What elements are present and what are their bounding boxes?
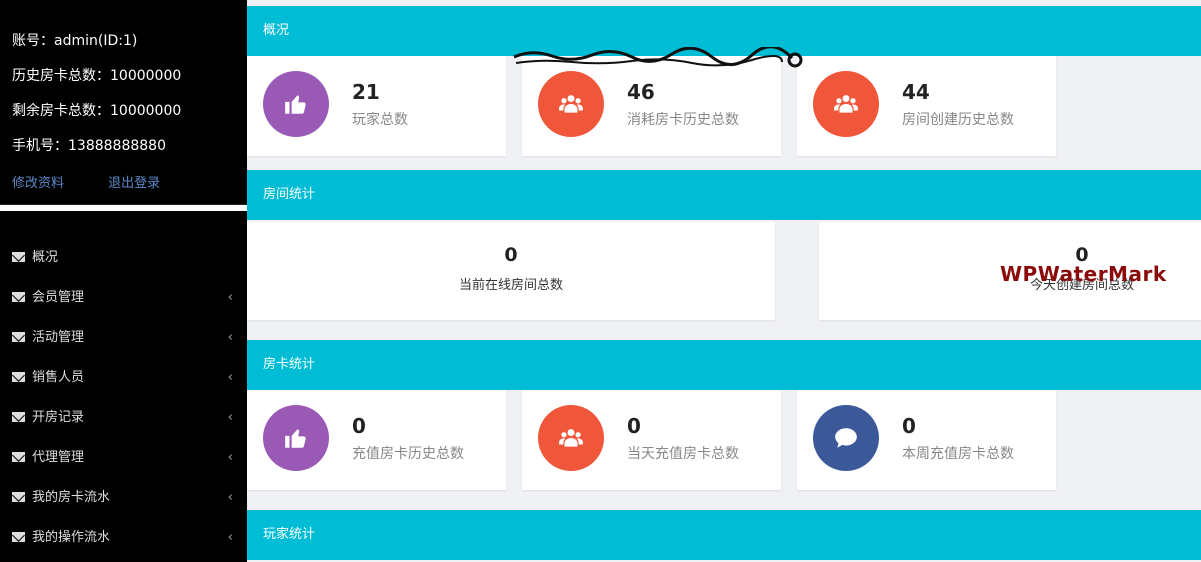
history-cards-info: 历史房卡总数：10000000: [12, 68, 182, 84]
chevron-left-icon: ‹: [227, 330, 233, 345]
envelope-icon: [12, 252, 25, 262]
sidebar-item-sales[interactable]: 销售人员 ‹: [0, 358, 247, 398]
stat-label: 本周充值房卡总数: [902, 446, 1014, 462]
stat-label: 当天充值房卡总数: [627, 446, 739, 462]
stat-card-recharge-week: 0 本周充值房卡总数: [797, 390, 1056, 490]
chevron-left-icon: ‹: [227, 370, 233, 385]
chevron-left-icon: ‹: [227, 410, 233, 425]
chevron-left-icon: ‹: [227, 450, 233, 465]
user-panel: 账号：admin(ID:1) 历史房卡总数：10000000 剩余房卡总数：10…: [0, 0, 247, 205]
stat-value: 0: [352, 414, 366, 438]
stat-value: 21: [352, 80, 380, 104]
stat-card-recharge-history: 0 充值房卡历史总数: [247, 390, 506, 490]
remaining-cards-info: 剩余房卡总数：10000000: [12, 103, 182, 119]
edit-profile-link[interactable]: 修改资料: [12, 176, 64, 191]
sidebar-item-operation-flow[interactable]: 我的操作流水 ‹: [0, 518, 247, 558]
account-info: 账号：admin(ID:1): [12, 33, 138, 49]
users-icon: [538, 71, 604, 137]
stat-card-consumed-cards: 46 消耗房卡历史总数: [522, 56, 781, 156]
sidebar-nav: 概况 会员管理 ‹ 活动管理 ‹ 销售人员 ‹ 开房记录 ‹ 代理管理 ‹ 我的房卡流水 ‹…: [0, 238, 247, 558]
user-links: 修改资料 退出登录: [12, 172, 200, 191]
stat-label: 玩家总数: [352, 112, 408, 128]
sidebar-item-label: 活动管理: [32, 330, 85, 345]
users-icon: [538, 405, 604, 471]
sidebar-item-label: 我的操作流水: [32, 530, 111, 545]
sidebar-item-label: 代理管理: [32, 450, 85, 465]
stat-card-online-rooms: 0 当前在线房间总数: [247, 222, 775, 320]
sidebar: 账号：admin(ID:1) 历史房卡总数：10000000 剩余房卡总数：10…: [0, 0, 247, 562]
comment-icon: [813, 405, 879, 471]
section-header-player-stats: 玩家统计: [247, 510, 1201, 560]
envelope-icon: [12, 412, 25, 422]
section-header-room-stats: 房间统计: [247, 170, 1201, 220]
watermark-text: WPWaterMark: [1000, 262, 1167, 286]
stat-card-rooms-created: 44 房间创建历史总数: [797, 56, 1056, 156]
stat-card-recharge-today: 0 当天充值房卡总数: [522, 390, 781, 490]
section-header-card-stats: 房卡统计: [247, 340, 1201, 390]
stat-value: 0: [627, 414, 641, 438]
sidebar-item-members[interactable]: 会员管理 ‹: [0, 278, 247, 318]
stat-label: 当前在线房间总数: [458, 278, 563, 293]
sidebar-item-overview[interactable]: 概况: [0, 238, 247, 278]
sidebar-item-label: 概况: [32, 250, 59, 265]
logout-link[interactable]: 退出登录: [108, 176, 160, 191]
sidebar-item-label: 我的房卡流水: [32, 490, 111, 505]
envelope-icon: [12, 292, 25, 302]
sidebar-item-room-records[interactable]: 开房记录 ‹: [0, 398, 247, 438]
thumbs-up-icon: [263, 405, 329, 471]
sidebar-item-label: 会员管理: [32, 290, 85, 305]
stat-value: 0: [504, 244, 518, 266]
users-icon: [813, 71, 879, 137]
stat-label: 消耗房卡历史总数: [627, 112, 739, 128]
stat-value: 0: [902, 414, 916, 438]
stat-value: 44: [902, 80, 930, 104]
stat-value: 46: [627, 80, 655, 104]
phone-info: 手机号：13888888880: [12, 138, 166, 154]
sidebar-item-activities[interactable]: 活动管理 ‹: [0, 318, 247, 358]
thumbs-up-icon: [263, 71, 329, 137]
sidebar-divider: [0, 205, 247, 211]
envelope-icon: [12, 372, 25, 382]
envelope-icon: [12, 452, 25, 462]
sidebar-item-card-flow[interactable]: 我的房卡流水 ‹: [0, 478, 247, 518]
sidebar-item-label: 销售人员: [32, 370, 85, 385]
sidebar-item-label: 开房记录: [32, 410, 85, 425]
scribble-overlay: [513, 47, 803, 68]
stat-label: 房间创建历史总数: [902, 112, 1014, 128]
stat-label: 充值房卡历史总数: [352, 446, 464, 462]
chevron-left-icon: ‹: [227, 290, 233, 305]
stat-card-players: 21 玩家总数: [247, 56, 506, 156]
envelope-icon: [12, 332, 25, 342]
envelope-icon: [12, 532, 25, 542]
envelope-icon: [12, 492, 25, 502]
chevron-left-icon: ‹: [227, 490, 233, 505]
chevron-left-icon: ‹: [227, 530, 233, 545]
sidebar-item-agents[interactable]: 代理管理 ‹: [0, 438, 247, 478]
